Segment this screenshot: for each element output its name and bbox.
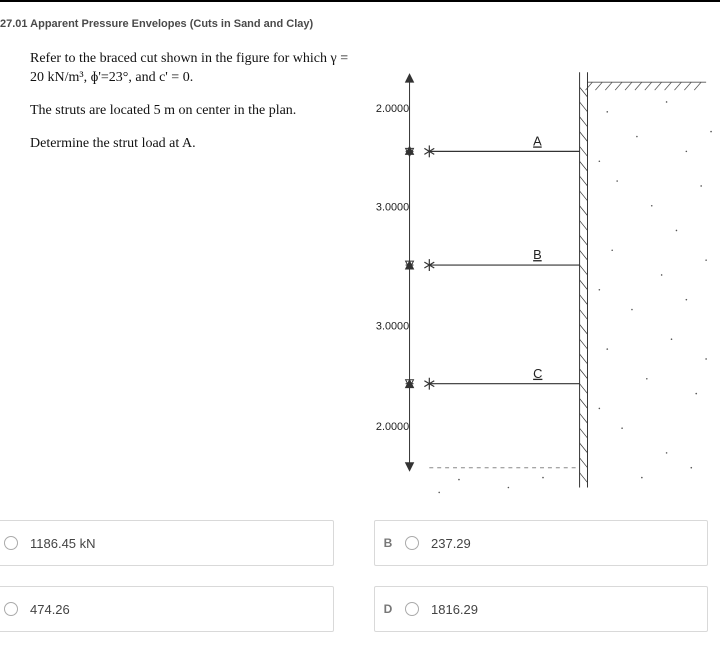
strut-label-c: C [533,366,542,381]
problem-line-2: The struts are located 5 m on center in … [30,102,360,121]
radio-icon [4,536,18,550]
problem-statement: Refer to the braced cut shown in the fig… [30,50,360,154]
answer-value: 1186.45 kN [30,536,96,551]
answer-option-d[interactable]: D 1816.29 [374,586,708,632]
answer-option-a[interactable]: 1186.45 kN [0,520,334,566]
answer-option-c[interactable]: 474.26 [0,586,334,632]
dim-2: 3.0000 [376,202,409,214]
radio-icon [4,602,18,616]
answer-tag: B [375,536,401,550]
strut-label-b: B [533,247,542,262]
problem-line-3: Determine the strut load at A. [30,135,360,154]
answer-option-b[interactable]: B 237.29 [374,520,708,566]
answer-tag: D [375,602,401,616]
answer-value: 474.26 [30,602,70,617]
figure: A B C 2.0000 [370,40,716,500]
section-title: 27.01 Apparent Pressure Envelopes (Cuts … [0,12,720,40]
dim-3: 3.0000 [376,320,409,332]
answer-value: 1816.29 [431,602,478,617]
dim-4: 2.0000 [376,421,409,433]
dim-1: 2.0000 [376,103,409,115]
answers-grid: 1186.45 kN B 237.29 474.26 D 1816.29 [0,500,720,632]
problem-line-1: Refer to the braced cut shown in the fig… [30,50,360,88]
answer-value: 237.29 [431,536,471,551]
strut-label-a: A [533,133,542,148]
radio-icon [405,602,419,616]
radio-icon [405,536,419,550]
